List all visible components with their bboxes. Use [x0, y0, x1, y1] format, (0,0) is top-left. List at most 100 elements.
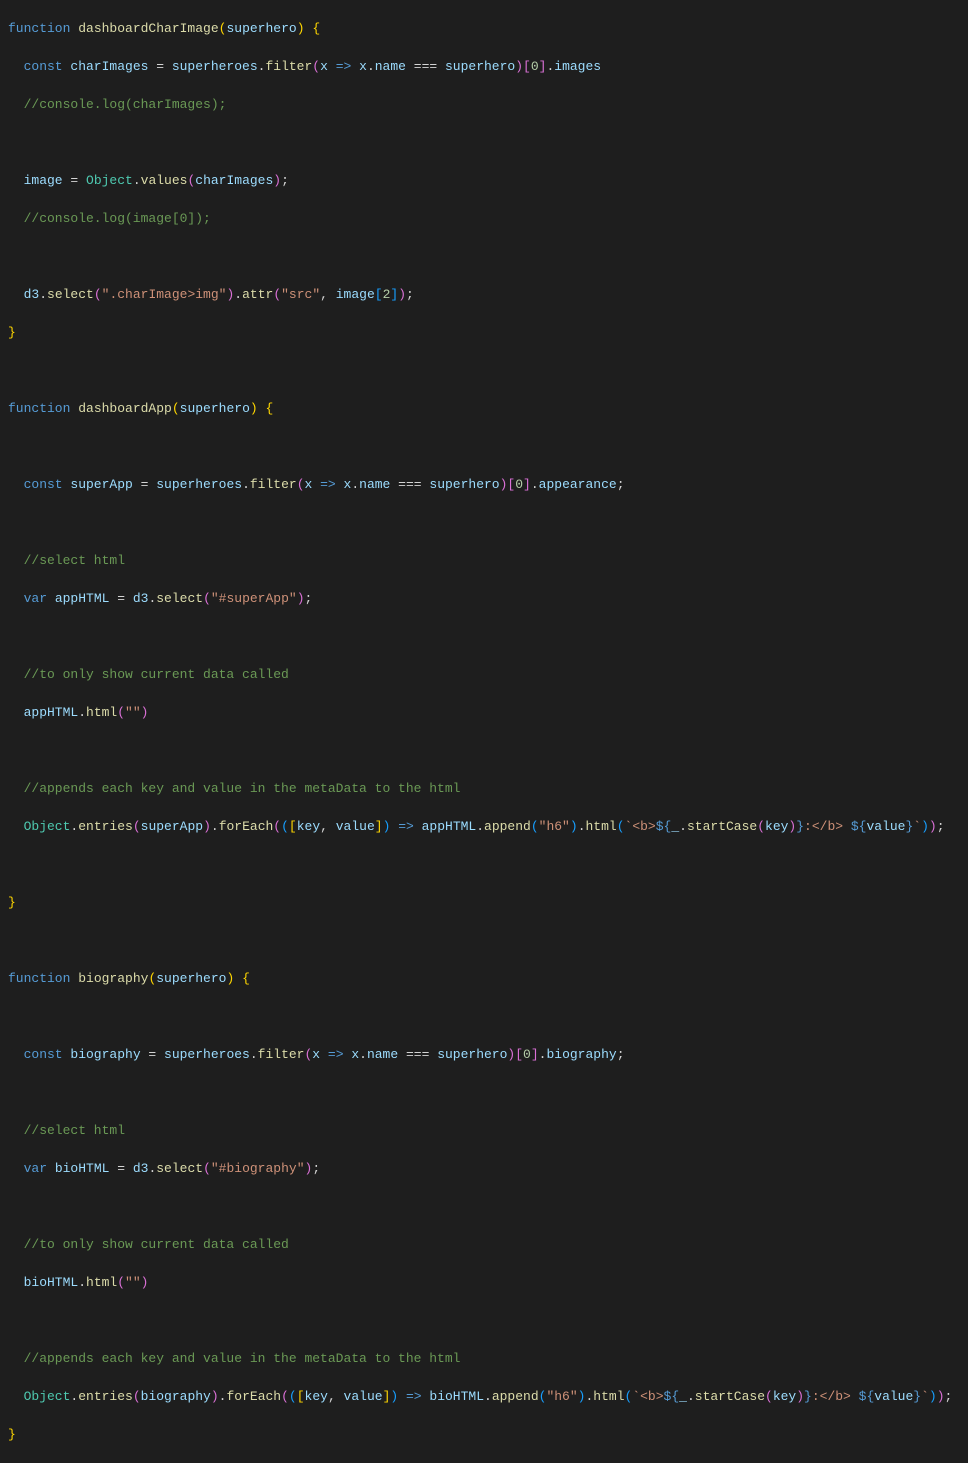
string: "#superApp" — [211, 591, 297, 606]
method: html — [593, 1389, 624, 1404]
bracket: ] — [523, 477, 531, 492]
paren: ) — [788, 819, 796, 834]
paren: ) — [226, 971, 234, 986]
comma: , — [320, 287, 336, 302]
dot: . — [351, 477, 359, 492]
tpl-brace: } — [804, 1389, 812, 1404]
comment: //appends each key and value in the meta… — [24, 1351, 461, 1366]
dot: . — [39, 287, 47, 302]
fn-name: dashboardCharImage — [78, 21, 218, 36]
code-line: appHTML.html("") — [0, 703, 968, 722]
brace: } — [8, 895, 16, 910]
obj: Object — [24, 819, 71, 834]
method: startCase — [687, 819, 757, 834]
string: ".charImage>img" — [102, 287, 227, 302]
kw-const: const — [24, 477, 71, 492]
code-line: } — [0, 893, 968, 912]
tpl: ` — [921, 1389, 929, 1404]
var: bioHTML — [24, 1275, 79, 1290]
code-line: Object.entries(superApp).forEach(([key, … — [0, 817, 968, 836]
string: "src" — [281, 287, 320, 302]
paren: ) — [305, 1161, 313, 1176]
paren: ( — [94, 287, 102, 302]
dot: . — [78, 705, 86, 720]
code-line: const superApp = superheroes.filter(x =>… — [0, 475, 968, 494]
var: appHTML — [55, 591, 110, 606]
semi: ; — [617, 477, 625, 492]
semi: ; — [937, 819, 945, 834]
dot: . — [211, 819, 219, 834]
var: d3 — [133, 591, 149, 606]
code-line: function dashboardCharImage(superhero) { — [0, 19, 968, 38]
paren: ( — [304, 1047, 312, 1062]
kw-function: function — [8, 401, 78, 416]
bracket: ] — [531, 1047, 539, 1062]
semi: ; — [617, 1047, 625, 1062]
comment: //to only show current data called — [24, 667, 289, 682]
paren: ) — [929, 819, 937, 834]
paren: ) — [390, 1389, 398, 1404]
tpl: :</b> — [812, 1389, 859, 1404]
dot: . — [687, 1389, 695, 1404]
dot: . — [585, 1389, 593, 1404]
bracket: [ — [375, 287, 383, 302]
tpl-brace: ${ — [664, 1389, 680, 1404]
prop: name — [375, 59, 406, 74]
code-line: //console.log(image[0]); — [0, 209, 968, 228]
dot: . — [679, 819, 687, 834]
string: "h6" — [539, 819, 570, 834]
paren: ) — [921, 819, 929, 834]
comma: , — [320, 819, 336, 834]
paren: ( — [531, 819, 539, 834]
tpl: :</b> — [804, 819, 851, 834]
paren: ) — [570, 819, 578, 834]
method: entries — [78, 819, 133, 834]
code-line — [0, 513, 968, 532]
dot: . — [531, 477, 539, 492]
prop: appearance — [539, 477, 617, 492]
tpl-brace: ${ — [656, 819, 672, 834]
dot: . — [242, 477, 250, 492]
comma: , — [328, 1389, 344, 1404]
code-line — [0, 1311, 968, 1330]
code-line — [0, 855, 968, 874]
dot: . — [476, 819, 484, 834]
var: superhero — [437, 1047, 507, 1062]
prop: name — [367, 1047, 398, 1062]
var: biography — [70, 1047, 140, 1062]
code-line: //select html — [0, 1121, 968, 1140]
code-editor[interactable]: function dashboardCharImage(superhero) {… — [0, 0, 968, 1463]
tpl: `<b> — [632, 1389, 663, 1404]
op: = — [109, 1161, 132, 1176]
code-line — [0, 741, 968, 760]
var: _ — [679, 1389, 687, 1404]
method: append — [492, 1389, 539, 1404]
paren: ( — [765, 1389, 773, 1404]
paren: ( — [172, 401, 180, 416]
var: superApp — [141, 819, 203, 834]
dot: . — [148, 1161, 156, 1176]
var: key — [765, 819, 788, 834]
paren: ( — [297, 477, 305, 492]
dot: . — [359, 1047, 367, 1062]
var: key — [773, 1389, 796, 1404]
dot: . — [133, 173, 141, 188]
paren: ( — [617, 819, 625, 834]
arrow: => — [398, 1389, 429, 1404]
paren: ( — [539, 1389, 547, 1404]
code-line — [0, 1083, 968, 1102]
var: superheroes — [164, 1047, 250, 1062]
paren: ) — [250, 401, 258, 416]
code-line: function biography(superhero) { — [0, 969, 968, 988]
op: = — [148, 59, 171, 74]
paren: ) — [929, 1389, 937, 1404]
tpl-brace: ${ — [859, 1389, 875, 1404]
var: biography — [141, 1389, 211, 1404]
num: 0 — [523, 1047, 531, 1062]
paren: ) — [578, 1389, 586, 1404]
method: forEach — [226, 1389, 281, 1404]
var: image — [24, 173, 63, 188]
semi: ; — [281, 173, 289, 188]
param: superhero — [226, 21, 296, 36]
code-line — [0, 1197, 968, 1216]
